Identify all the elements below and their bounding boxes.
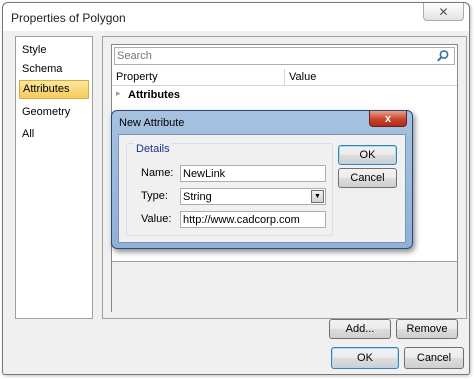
nav-item-style[interactable]: Style [19, 41, 89, 60]
column-value[interactable]: Value [289, 71, 316, 83]
dialog-ok-label: OK [359, 149, 376, 161]
description-area [112, 261, 457, 312]
window-title: Properties of Polygon [11, 11, 126, 25]
dialog-close-button[interactable]: x [369, 111, 407, 127]
details-group-label: Details [134, 143, 172, 155]
type-select[interactable]: ▼ [180, 188, 326, 205]
dialog-ok-button[interactable]: OK [338, 145, 397, 165]
dialog-cancel-button[interactable]: Cancel [338, 168, 397, 188]
nav-item-schema[interactable]: Schema [19, 60, 89, 79]
ok-button-label: OK [357, 352, 373, 364]
value-input[interactable] [183, 212, 303, 227]
remove-button[interactable]: Remove [396, 319, 458, 339]
chevron-right-icon[interactable]: ▸ [116, 88, 121, 99]
window-close-button[interactable]: ✕ [423, 3, 464, 21]
category-nav: Style Schema Attributes Geometry All [15, 36, 93, 319]
column-header: Property Value [112, 69, 457, 86]
new-attribute-dialog: New Attribute x Details Name: Type: ▼ Va… [111, 110, 413, 249]
cancel-button[interactable]: Cancel [404, 347, 464, 369]
cancel-button-label: Cancel [416, 352, 452, 364]
search-icon[interactable] [436, 49, 450, 63]
chevron-down-icon[interactable]: ▼ [311, 190, 324, 203]
nav-item-attributes[interactable]: Attributes [19, 80, 89, 99]
add-button-label: Add... [345, 323, 375, 335]
value-label: Value: [141, 213, 172, 225]
column-divider[interactable] [284, 69, 285, 85]
remove-button-label: Remove [406, 323, 448, 335]
name-input[interactable] [183, 166, 303, 181]
nav-item-all[interactable]: All [19, 125, 89, 144]
details-group: Details Name: Type: ▼ Value: [126, 143, 333, 236]
title-bar: Properties of Polygon ✕ [3, 3, 469, 31]
dialog-title: New Attribute [119, 117, 185, 129]
name-field[interactable] [180, 165, 326, 182]
dialog-body: Details Name: Type: ▼ Value: OK Cancel [118, 134, 406, 243]
value-field[interactable] [180, 211, 326, 228]
nav-item-geometry[interactable]: Geometry [19, 103, 89, 122]
name-label: Name: [141, 167, 174, 179]
search-box [114, 47, 455, 65]
column-property[interactable]: Property [116, 71, 158, 83]
add-button[interactable]: Add... [329, 319, 391, 339]
search-input[interactable] [117, 48, 427, 64]
category-row-attributes[interactable]: ▸ Attributes [112, 87, 457, 103]
category-label: Attributes [128, 89, 180, 101]
type-label: Type: [141, 190, 168, 202]
type-value[interactable] [183, 189, 303, 204]
dialog-cancel-label: Cancel [350, 172, 385, 184]
ok-button[interactable]: OK [331, 347, 399, 369]
